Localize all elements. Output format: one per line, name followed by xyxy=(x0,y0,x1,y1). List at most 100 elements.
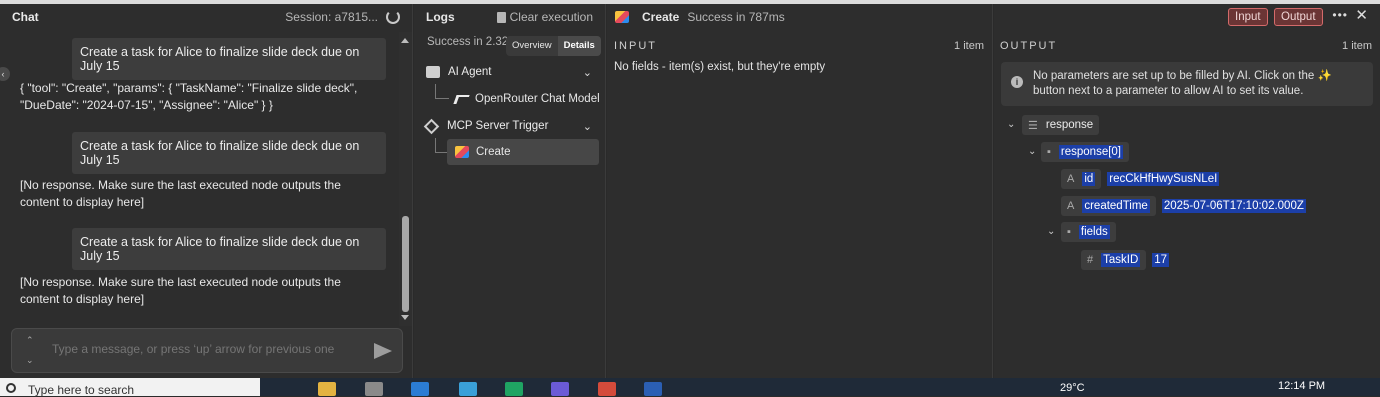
input-item-count: 1 item xyxy=(954,40,984,52)
createdtime-chip: AcreatedTime xyxy=(1061,196,1156,216)
bot-message: [No response. Make sure the last execute… xyxy=(20,178,341,209)
word-icon[interactable] xyxy=(644,382,662,396)
chevron-down-icon[interactable]: ⌄ xyxy=(583,120,592,133)
taskid-value: 17 xyxy=(1152,253,1170,267)
number-type-icon: # xyxy=(1087,254,1094,266)
scroll-thumb[interactable] xyxy=(402,216,409,312)
chevron-down-icon[interactable]: ⌄ xyxy=(1047,226,1055,237)
taskbar-search[interactable]: Type here to search xyxy=(0,378,260,397)
output-label: OUTPUT xyxy=(1000,40,1058,52)
chat-composer: ⌃ ⌄ xyxy=(11,328,403,373)
input-label: INPUT xyxy=(614,40,657,52)
chat-panel: Chat Session: a7815... ‹ Create a task f… xyxy=(0,4,413,378)
logs-header: Logs Clear execution xyxy=(414,4,605,30)
tree-node-taskid[interactable]: # TaskID 17 xyxy=(1081,250,1170,270)
ai-notice-text: No parameters are set up to be filled by… xyxy=(1033,70,1332,97)
object-icon: ▪ xyxy=(1067,226,1071,238)
fields-chip: ▪ fields xyxy=(1061,222,1116,242)
response-0-key: response[0] xyxy=(1058,145,1124,159)
n8n-app: Chat Session: a7815... ‹ Create a task f… xyxy=(0,0,1380,378)
id-value: recCkHfHwySusNLeI xyxy=(1107,172,1220,186)
node-label: MCP Server Trigger xyxy=(447,120,549,132)
output-toggle-button[interactable]: Output xyxy=(1274,8,1323,26)
message-input[interactable] xyxy=(52,342,352,356)
logs-title: Logs xyxy=(426,10,455,24)
chat-header: Chat Session: a7815... xyxy=(0,4,412,30)
response-key: response xyxy=(1045,119,1094,131)
log-node-mcp-trigger[interactable]: MCP Server Trigger ⌄ xyxy=(423,114,596,138)
file-explorer-icon[interactable] xyxy=(318,382,336,396)
id-key: id xyxy=(1082,172,1096,186)
chevron-down-icon[interactable]: ⌄ xyxy=(583,66,592,79)
tree-node-id[interactable]: Aid recCkHfHwySusNLeI xyxy=(1061,169,1220,189)
user-message: Create a task for Alice to finalize slid… xyxy=(72,38,386,80)
object-icon: ▪ xyxy=(1047,146,1051,158)
tab-details[interactable]: Details xyxy=(557,36,601,56)
output-item-count: 1 item xyxy=(1342,40,1372,52)
store-icon[interactable] xyxy=(365,382,383,396)
robot-icon xyxy=(426,66,440,78)
tree-node-fields[interactable]: ▪ fields xyxy=(1061,222,1116,242)
logs-view-toggle: Overview Details xyxy=(506,36,601,56)
refresh-icon[interactable] xyxy=(386,10,400,24)
airtable-icon xyxy=(455,146,469,158)
response-chip: ☰ response xyxy=(1022,115,1100,135)
taskid-chip: # TaskID xyxy=(1081,250,1147,270)
scroll-up-icon[interactable] xyxy=(401,38,409,43)
trash-icon xyxy=(496,11,506,23)
search-icon xyxy=(6,383,16,393)
bot-message: [No response. Make sure the last execute… xyxy=(20,275,341,306)
send-icon[interactable] xyxy=(374,343,392,359)
logs-status: Success in 2.32 xyxy=(427,36,509,48)
clock[interactable]: 12:14 PM xyxy=(1278,380,1325,392)
info-icon: i xyxy=(1011,76,1023,88)
id-chip: Aid xyxy=(1061,169,1102,189)
scroll-down-icon[interactable] xyxy=(401,315,409,320)
user-message: Create a task for Alice to finalize slid… xyxy=(72,132,386,174)
openrouter-icon xyxy=(453,94,470,104)
node-label: AI Agent xyxy=(448,66,492,78)
app-icon[interactable] xyxy=(411,382,429,396)
mcp-icon xyxy=(423,118,440,134)
tree-node-response-0[interactable]: ▪ response[0] xyxy=(1041,142,1130,162)
tab-overview[interactable]: Overview xyxy=(506,36,558,56)
app-icon[interactable] xyxy=(551,382,569,396)
tree-node-createdtime[interactable]: AcreatedTime 2025-07-06T17:10:02.000Z xyxy=(1061,196,1306,216)
createdtime-value: 2025-07-06T17:10:02.000Z xyxy=(1161,199,1306,213)
log-node-openrouter[interactable]: OpenRouter Chat Model xyxy=(447,86,633,112)
log-node-create[interactable]: Create xyxy=(447,139,599,165)
node-label: Create xyxy=(476,146,511,158)
history-down-icon[interactable]: ⌄ xyxy=(26,355,34,366)
node-label: OpenRouter Chat Model xyxy=(475,93,600,105)
windows-taskbar: Type here to search 29°C 12:14 PM xyxy=(0,378,1380,397)
input-panel: Create Success in 787ms INPUT 1 item No … xyxy=(607,4,993,378)
fields-key: fields xyxy=(1078,225,1110,239)
edge-icon[interactable] xyxy=(505,382,523,396)
list-icon: ☰ xyxy=(1028,119,1038,132)
close-icon[interactable]: ✕ xyxy=(1355,6,1368,24)
weather-temp[interactable]: 29°C xyxy=(1060,382,1085,394)
chrome-icon[interactable] xyxy=(598,382,616,396)
more-options-icon[interactable]: ••• xyxy=(1332,8,1348,22)
string-type-icon: A xyxy=(1067,173,1075,185)
session-id[interactable]: Session: a7815... xyxy=(285,10,378,24)
user-message: Create a task for Alice to finalize slid… xyxy=(72,228,386,270)
log-node-ai-agent[interactable]: AI Agent ⌄ xyxy=(426,60,596,84)
chevron-down-icon[interactable]: ⌄ xyxy=(1028,146,1036,157)
chevron-down-icon[interactable]: ⌄ xyxy=(1007,119,1015,130)
node-header: Create Success in 787ms xyxy=(615,4,785,30)
clear-execution-button[interactable]: Clear execution xyxy=(496,10,593,24)
output-panel: Input Output ••• ✕ OUTPUT 1 item i No pa… xyxy=(994,4,1380,378)
history-up-icon[interactable]: ⌃ xyxy=(26,335,34,346)
app-icon[interactable] xyxy=(459,382,477,396)
airtable-icon xyxy=(615,11,629,23)
createdtime-key: createdTime xyxy=(1082,199,1150,213)
chat-title: Chat xyxy=(12,10,39,24)
ai-notice: i No parameters are set up to be filled … xyxy=(1001,62,1373,106)
tree-node-response[interactable]: ☰ response xyxy=(1022,115,1100,135)
string-type-icon: A xyxy=(1067,200,1075,212)
node-status: Success in 787ms xyxy=(687,10,785,24)
logs-panel: Logs Clear execution Success in 2.32 Ove… xyxy=(414,4,606,378)
input-toggle-button[interactable]: Input xyxy=(1228,8,1268,26)
chat-scrollbar[interactable] xyxy=(399,32,412,326)
